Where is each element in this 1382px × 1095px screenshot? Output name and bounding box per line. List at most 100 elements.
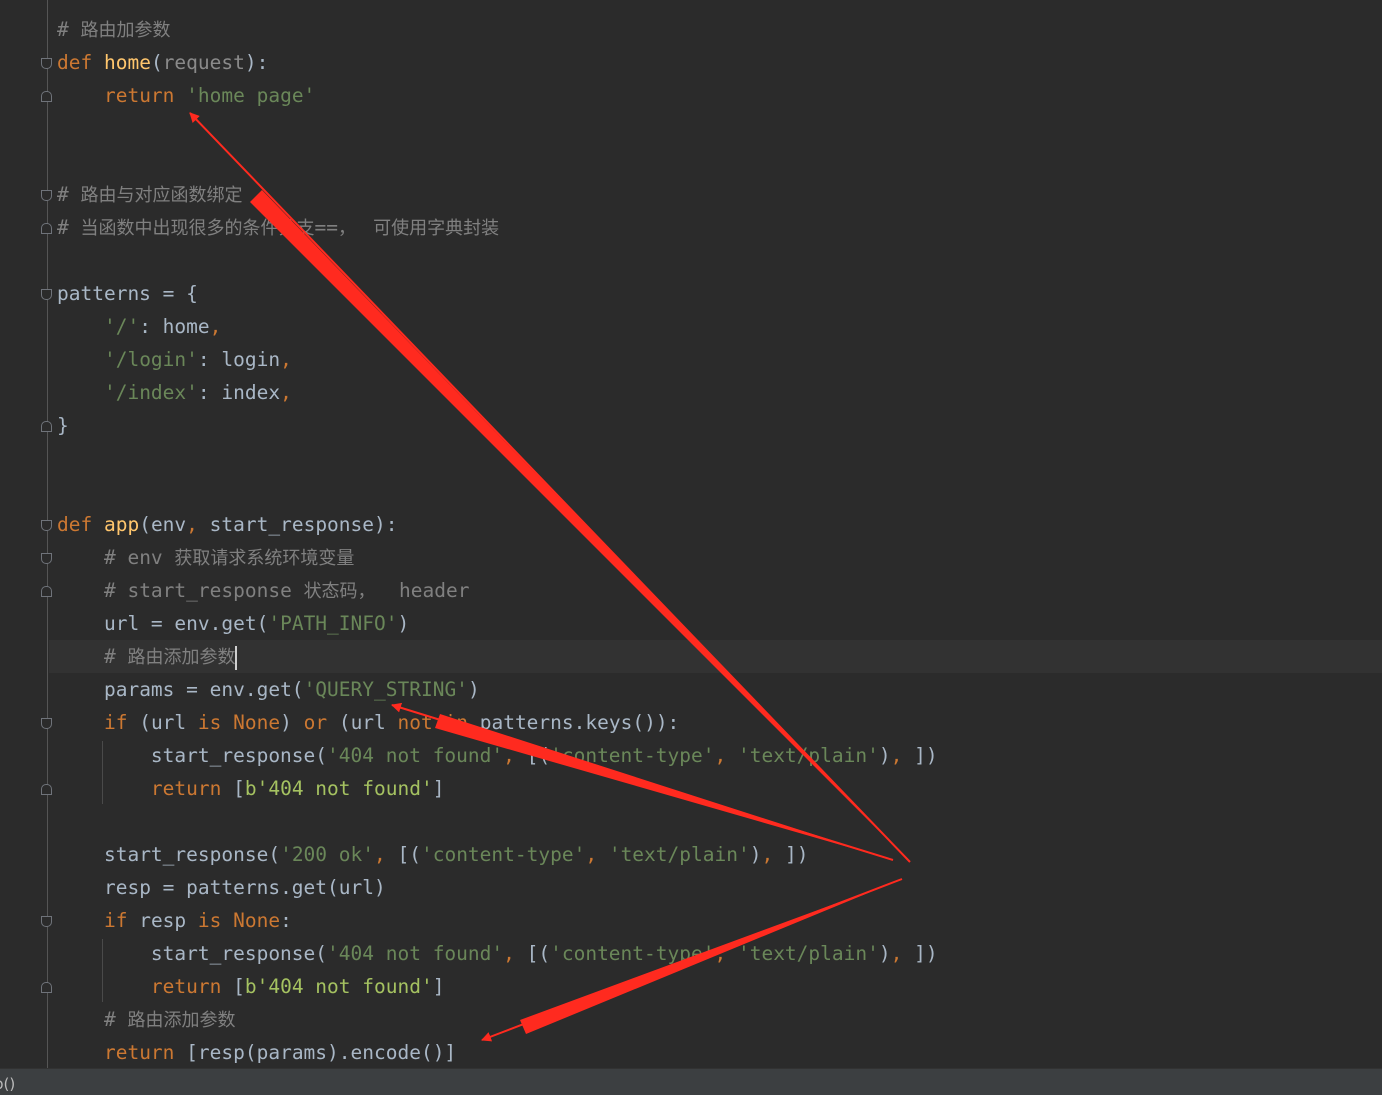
string-literal: '/login' [103,348,198,371]
code-line[interactable]: start_response('200 ok', [('content-type… [57,838,808,871]
comment-text: 状态码， [303,581,376,602]
comment-text: 当函数中出现很多的条件分支 [80,218,315,239]
code-text: resp = patterns.get(url) [103,876,386,899]
comment: == [314,216,338,239]
keyword: if [103,711,140,734]
code-line[interactable]: def home(request): [57,46,268,79]
code-line[interactable]: '/login': login, [57,343,292,376]
fold-marker-icon[interactable] [41,520,52,531]
code-text: [ [233,975,245,998]
code-text: start_response( [150,942,328,965]
fold-marker-icon[interactable] [41,784,52,795]
code-text: : home [139,315,210,338]
code-text: resp [139,909,198,932]
keyword: is [197,711,234,734]
code-text: patterns.keys()): [479,711,680,734]
code-line[interactable]: patterns = { [57,277,198,310]
code-text: ] [432,975,445,998]
string-literal: 'QUERY_STRING' [303,678,468,701]
string-literal: '404 not found' [327,942,504,965]
string-literal: 'content-type' [550,942,715,965]
code-text: (env [139,513,187,536]
code-line[interactable]: '/': home, [57,310,221,343]
code-text: : [280,909,292,932]
keyword: return [103,1041,187,1064]
code-text: [ [233,777,245,800]
code-line[interactable]: } [57,409,69,442]
code-line[interactable]: if resp is None: [57,904,292,937]
code-line[interactable]: # 当函数中出现很多的条件分支==， 可使用字典封装 [57,211,499,244]
punctuation: ( [150,51,163,74]
code-line[interactable]: # 路由与对应函数绑定 [57,178,242,211]
fold-marker-icon[interactable] [41,223,52,234]
code-line[interactable]: start_response('404 not found', [('conte… [57,739,938,772]
keyword: is [197,909,234,932]
code-line[interactable]: resp = patterns.get(url) [57,871,386,904]
comment: # [103,645,128,668]
comment-text: 路由加参数 [80,20,171,41]
bytes-literal: b'404 not found' [244,777,433,800]
code-line[interactable]: # 路由添加参数 [57,1003,235,1036]
fold-marker-icon[interactable] [41,421,52,432]
function-name: app [103,513,140,536]
keyword: return [150,777,234,800]
punctuation: , [714,744,738,767]
code-line-current[interactable]: # 路由添加参数 [49,640,1382,673]
text-cursor [235,645,238,670]
comment: # [57,183,81,206]
code-text: ) [749,843,762,866]
code-line[interactable]: def app(env, start_response): [57,508,398,541]
code-text: } [57,414,69,437]
code-line[interactable]: if (url is None) or (url not in patterns… [57,706,679,739]
fold-marker-icon[interactable] [41,718,52,729]
breadcrumb[interactable]: p() [0,1075,15,1093]
fold-marker-icon[interactable] [41,289,52,300]
code-text: (url [338,711,398,734]
comment: # [103,1008,128,1031]
code-text: [( [397,843,421,866]
code-line[interactable]: # env 获取请求系统环境变量 [57,541,354,574]
code-line[interactable]: return [b'404 not found'] [57,970,445,1003]
fold-marker-icon[interactable] [41,91,52,102]
code-text: : index [197,381,281,404]
string-literal: 'PATH_INFO' [268,612,398,635]
string-literal: 'text/plain' [737,942,879,965]
code-line[interactable]: return [b'404 not found'] [57,772,445,805]
code-text: start_response): [209,513,398,536]
code-text: ) [878,744,891,767]
string-literal: 'text/plain' [608,843,750,866]
punctuation: , [585,843,609,866]
code-text: ]) [914,942,938,965]
code-line[interactable]: # start_response 状态码， header [57,574,470,607]
comment: # [57,216,81,239]
comment-text: 路由添加参数 [127,1010,236,1031]
code-text: patterns = { [57,282,198,305]
bytes-literal: b'404 not found' [244,975,433,998]
code-line[interactable]: '/index': index, [57,376,292,409]
code-line[interactable]: return 'home page' [57,79,315,112]
string-literal: 'content-type' [550,744,715,767]
code-editor[interactable]: # 路由加参数 def home(request): return 'home … [0,0,1382,1068]
punctuation: , [280,381,292,404]
code-line[interactable]: # 路由加参数 [57,13,170,46]
string-literal: '404 not found' [327,744,504,767]
punctuation: , [503,942,527,965]
code-line[interactable]: params = env.get('QUERY_STRING') [57,673,480,706]
comment-text: 路由与对应函数绑定 [80,185,243,206]
keyword: return [150,975,234,998]
code-line[interactable]: start_response('404 not found', [('conte… [57,937,938,970]
keyword: return [103,84,187,107]
fold-marker-icon[interactable] [41,190,52,201]
fold-marker-icon[interactable] [41,586,52,597]
fold-marker-icon[interactable] [41,553,52,564]
fold-marker-icon[interactable] [41,916,52,927]
comment: # env [103,546,175,569]
code-text: (url [139,711,198,734]
code-text: ) [397,612,410,635]
string-literal: 'content-type' [420,843,586,866]
code-line[interactable]: return [resp(params).encode()] [57,1036,456,1068]
punctuation: , [280,348,292,371]
code-line[interactable]: url = env.get('PATH_INFO') [57,607,409,640]
fold-marker-icon[interactable] [41,982,52,993]
fold-marker-icon[interactable] [41,58,52,69]
